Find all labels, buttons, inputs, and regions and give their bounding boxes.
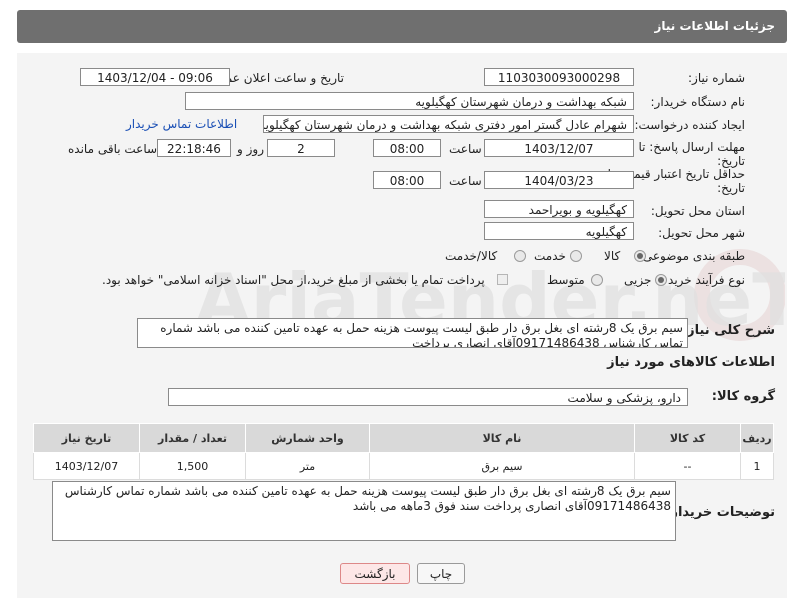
deadline-date-label: تاریخ:	[717, 154, 745, 168]
print-button[interactable]: چاپ	[417, 563, 465, 584]
goods-group-label: گروه کالا:	[711, 389, 775, 404]
deadline-time-label: ساعت	[449, 142, 482, 156]
category-option-goods-service: کالا/خدمت	[445, 249, 498, 263]
col-quantity: تعداد / مقدار	[139, 423, 246, 453]
goods-table: ردیف کد کالا نام کالا واحد شمارش تعداد /…	[33, 423, 774, 480]
remaining-time-field: 22:18:46	[157, 139, 231, 157]
validity-time-label: ساعت	[449, 174, 482, 188]
buyer-org-field: شبکه بهداشت و درمان شهرستان کهگیلویه	[185, 92, 634, 110]
process-label: نوع فرآیند خرید :	[660, 273, 745, 287]
creator-label: ایجاد کننده درخواست:	[634, 118, 745, 132]
cell-date: 1403/12/07	[33, 452, 140, 480]
buyer-desc-label: توضیحات خریدار:	[665, 505, 775, 520]
city-field: کهگیلویه	[484, 222, 634, 240]
announce-field: 1403/12/04 - 09:06	[80, 68, 230, 86]
deadline-label: مهلت ارسال پاسخ: تا	[638, 140, 745, 154]
process-option-medium: متوسط	[547, 273, 585, 287]
need-number-field: 1103030093000298	[484, 68, 634, 86]
goods-info-title: اطلاعات کالاهای مورد نیاز	[607, 355, 775, 370]
days-field: 2	[267, 139, 335, 157]
summary-label: شرح کلی نیاز:	[681, 323, 775, 338]
city-label: شهر محل تحویل:	[658, 226, 745, 240]
days-label: روز و	[237, 142, 264, 156]
buyer-desc-textarea[interactable]: سیم برق یک 8رشته ای بغل برق دار طبق لیست…	[52, 481, 676, 541]
table-row: 1 -- سیم برق متر 1,500 1403/12/07	[33, 452, 774, 480]
treasury-payment-checkbox[interactable]	[497, 274, 508, 285]
province-label: استان محل تحویل:	[650, 204, 745, 218]
category-option-service: خدمت	[534, 249, 566, 263]
page-title: جزئیات اطلاعات نیاز	[654, 19, 775, 33]
cell-row: 1	[740, 452, 774, 480]
category-radio-goods-service[interactable]	[514, 250, 526, 262]
category-label: طبقه بندی موضوعی:	[638, 249, 745, 263]
creator-field: شهرام عادل گستر امور دفتری شبکه بهداشت و…	[263, 115, 634, 133]
cell-unit: متر	[245, 452, 370, 480]
cell-quantity: 1,500	[139, 452, 246, 480]
col-row: ردیف	[740, 423, 774, 453]
category-radio-goods[interactable]	[634, 250, 646, 262]
col-name: نام کالا	[369, 423, 635, 453]
validity-date-field: 1404/03/23	[484, 171, 634, 189]
cell-name: سیم برق	[369, 452, 635, 480]
treasury-payment-note: پرداخت تمام یا بخشی از مبلغ خرید،از محل …	[102, 273, 485, 287]
back-button[interactable]: بازگشت	[340, 563, 410, 584]
col-unit: واحد شمارش	[245, 423, 370, 453]
process-option-minor: جزیی	[624, 273, 652, 287]
cell-code: --	[634, 452, 741, 480]
need-number-label: شماره نیاز:	[688, 71, 745, 85]
process-radio-medium[interactable]	[591, 274, 603, 286]
buyer-contact-link[interactable]: اطلاعات تماس خریدار	[126, 117, 237, 131]
summary-textarea[interactable]: سیم برق یک 8رشته ای بغل برق دار طبق لیست…	[137, 318, 688, 348]
deadline-date-field: 1403/12/07	[484, 139, 634, 157]
province-field: کهگیلویه و بویراحمد	[484, 200, 634, 218]
category-radio-service[interactable]	[570, 250, 582, 262]
deadline-time-field: 08:00	[373, 139, 441, 157]
process-radio-minor[interactable]	[655, 274, 667, 286]
page-header: جزئیات اطلاعات نیاز	[17, 10, 787, 43]
category-option-goods: کالا	[604, 249, 621, 263]
buyer-org-label: نام دستگاه خریدار:	[650, 95, 746, 109]
goods-group-field: دارو، پزشکی و سلامت	[168, 388, 688, 406]
remaining-label: ساعت باقی مانده	[68, 142, 158, 156]
col-code: کد کالا	[634, 423, 741, 453]
validity-date-label: تاریخ:	[717, 181, 745, 195]
validity-time-field: 08:00	[373, 171, 441, 189]
col-date: تاریخ نیاز	[33, 423, 140, 453]
